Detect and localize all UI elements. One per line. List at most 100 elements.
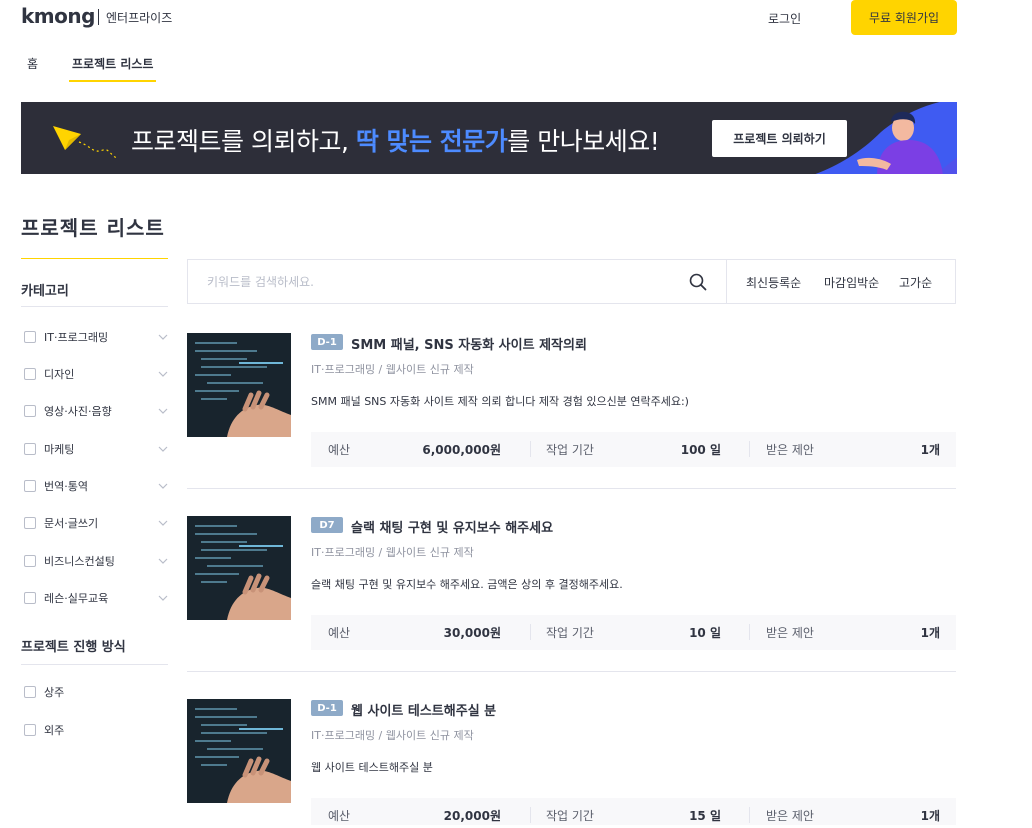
deadline-badge: D-1	[311, 700, 343, 716]
sort-newest[interactable]: 최신등록순	[746, 274, 801, 291]
project-description: 웹 사이트 테스트해주실 분	[311, 761, 433, 774]
signup-button[interactable]: 무료 회원가입	[851, 0, 957, 35]
method-outsource[interactable]: 외주	[24, 721, 170, 739]
sort-price-high[interactable]: 고가순	[899, 274, 932, 291]
meta-divider	[749, 807, 750, 823]
checkbox[interactable]	[24, 592, 36, 604]
search-input[interactable]	[189, 261, 725, 302]
chevron-down-icon[interactable]	[158, 556, 168, 566]
page-title: 프로젝트 리스트	[21, 216, 165, 240]
budget-label: 예산	[328, 626, 351, 640]
title-underline	[21, 258, 168, 259]
period-label: 작업 기간	[546, 809, 594, 823]
checkbox[interactable]	[24, 331, 36, 343]
checkbox[interactable]	[24, 686, 36, 698]
meta-divider	[749, 441, 750, 457]
chevron-down-icon[interactable]	[158, 444, 168, 454]
category-lessons[interactable]: 레슨·실무교육	[24, 589, 170, 607]
deadline-badge: D7	[311, 517, 343, 533]
chevron-down-icon[interactable]	[158, 332, 168, 342]
method-heading: 프로젝트 진행 방식	[21, 640, 126, 655]
period-value: 100 일	[680, 443, 721, 457]
chevron-down-icon[interactable]	[158, 593, 168, 603]
period-value: 15 일	[689, 809, 721, 823]
chevron-down-icon[interactable]	[158, 406, 168, 416]
category-label: 영상·사진·음향	[44, 405, 112, 418]
proposals-value: 1개	[920, 809, 940, 823]
category-business-consulting[interactable]: 비즈니스컨설팅	[24, 552, 170, 570]
banner-text-post: 를 만나보세요!	[507, 127, 660, 156]
tab-home[interactable]: 홈	[27, 55, 38, 72]
banner-text-pre: 프로젝트를 의뢰하고,	[131, 127, 356, 156]
banner-headline: 프로젝트를 의뢰하고, 딱 맞는 전문가를 만나보세요!	[131, 122, 660, 158]
category-translation[interactable]: 번역·통역	[24, 477, 170, 495]
budget-value: 20,000원	[443, 809, 501, 823]
chevron-down-icon[interactable]	[158, 518, 168, 528]
project-category: IT·프로그래밍 / 웹사이트 신규 제작	[311, 729, 474, 742]
checkbox[interactable]	[24, 480, 36, 492]
checkbox[interactable]	[24, 405, 36, 417]
checkbox[interactable]	[24, 517, 36, 529]
project-category: IT·프로그래밍 / 웹사이트 신규 제작	[311, 546, 474, 559]
search-bar: 최신등록순 마감임박순 고가순	[187, 259, 956, 304]
method-onsite[interactable]: 상주	[24, 683, 170, 701]
category-heading: 카테고리	[21, 284, 69, 299]
budget-value: 30,000원	[443, 626, 501, 640]
method-divider	[21, 664, 168, 665]
checkbox[interactable]	[24, 443, 36, 455]
project-title[interactable]: 웹 사이트 테스트해주실 분	[351, 700, 496, 719]
checkbox[interactable]	[24, 368, 36, 380]
budget-label: 예산	[328, 809, 351, 823]
project-title[interactable]: 슬랙 채팅 구현 및 유지보수 해주세요	[351, 517, 553, 536]
meta-divider	[530, 624, 531, 640]
chevron-down-icon[interactable]	[158, 481, 168, 491]
chevron-down-icon[interactable]	[158, 369, 168, 379]
project-card[interactable]: D-1 웹 사이트 테스트해주실 분 IT·프로그래밍 / 웹사이트 신규 제작…	[187, 699, 956, 828]
logo-divider	[98, 9, 99, 25]
project-title[interactable]: SMM 패널, SNS 자동화 사이트 제작의뢰	[351, 334, 587, 353]
proposals-label: 받은 제안	[766, 809, 814, 823]
meta-divider	[530, 441, 531, 457]
project-card[interactable]: D7 슬랙 채팅 구현 및 유지보수 해주세요 IT·프로그래밍 / 웹사이트 …	[187, 516, 956, 656]
kmong-logo[interactable]: kmong	[21, 4, 95, 28]
project-description: 슬랙 채팅 구현 및 유지보수 해주세요. 금액은 상의 후 결정해주세요.	[311, 578, 623, 591]
tab-project-list[interactable]: 프로젝트 리스트	[69, 55, 157, 82]
login-link[interactable]: 로그인	[768, 10, 801, 27]
top-header: kmong 엔터프라이즈 로그인 무료 회원가입	[0, 0, 1032, 40]
proposals-value: 1개	[920, 443, 940, 457]
logo-subtitle: 엔터프라이즈	[106, 11, 173, 25]
category-divider	[21, 306, 168, 307]
period-value: 10 일	[689, 626, 721, 640]
checkbox[interactable]	[24, 555, 36, 567]
budget-value: 6,000,000원	[422, 443, 501, 457]
project-meta: 예산 30,000원 작업 기간 10 일 받은 제안 1개	[311, 615, 956, 650]
proposals-label: 받은 제안	[766, 443, 814, 457]
category-marketing[interactable]: 마케팅	[24, 440, 170, 458]
card-divider	[187, 671, 956, 672]
category-video-photo-audio[interactable]: 영상·사진·음향	[24, 402, 170, 420]
project-card[interactable]: D-1 SMM 패널, SNS 자동화 사이트 제작의뢰 IT·프로그래밍 / …	[187, 333, 956, 473]
category-label: IT·프로그래밍	[44, 331, 109, 344]
checkbox[interactable]	[24, 724, 36, 736]
project-meta: 예산 20,000원 작업 기간 15 일 받은 제안 1개	[311, 798, 956, 825]
category-design[interactable]: 디자인	[24, 365, 170, 383]
request-project-button[interactable]: 프로젝트 의뢰하기	[712, 120, 847, 157]
category-label: 문서·글쓰기	[44, 517, 99, 530]
search-icon[interactable]	[688, 272, 708, 292]
search-divider	[726, 260, 727, 303]
category-label: 레슨·실무교육	[44, 592, 109, 605]
sort-deadline[interactable]: 마감임박순	[824, 274, 879, 291]
budget-label: 예산	[328, 443, 351, 457]
project-thumbnail-icon	[187, 333, 291, 437]
project-meta: 예산 6,000,000원 작업 기간 100 일 받은 제안 1개	[311, 432, 956, 467]
period-label: 작업 기간	[546, 443, 594, 457]
meta-divider	[530, 807, 531, 823]
category-it-programming[interactable]: IT·프로그래밍	[24, 328, 170, 346]
project-thumbnail-icon	[187, 699, 291, 803]
category-writing[interactable]: 문서·글쓰기	[24, 514, 170, 532]
category-label: 마케팅	[44, 443, 75, 456]
project-thumbnail-icon	[187, 516, 291, 620]
promo-banner: 프로젝트를 의뢰하고, 딱 맞는 전문가를 만나보세요! 프로젝트 의뢰하기	[21, 102, 957, 174]
project-category: IT·프로그래밍 / 웹사이트 신규 제작	[311, 363, 474, 376]
method-label: 상주	[44, 686, 65, 699]
